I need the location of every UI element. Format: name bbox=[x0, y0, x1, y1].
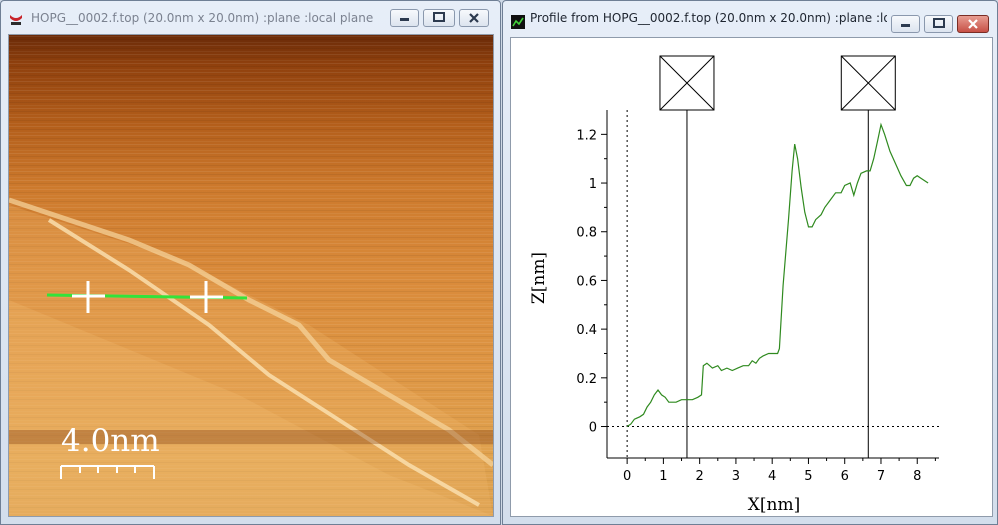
y-axis-label: Z[nm] bbox=[529, 252, 549, 304]
profile-window-title: Profile from HOPG__0002.f.top (20.0nm x … bbox=[530, 11, 887, 25]
profile-plot-area[interactable]: 0 0.2 0.4 0.6 0.8 1 1.2 0 1 2 3 4 5 6 7 8 X[nm] Z[nm] bbox=[510, 37, 993, 517]
image-window[interactable]: HOPG__0002.f.top (20.0nm x 20.0nm) :plan… bbox=[0, 0, 501, 525]
x-axis-label: X[nm] bbox=[748, 495, 800, 515]
x-tick-label: 8 bbox=[913, 469, 921, 484]
x-tick-label: 6 bbox=[841, 469, 849, 484]
y-tick-label: 1 bbox=[589, 177, 597, 192]
scale-bar-label: 4.0nm bbox=[61, 423, 160, 459]
y-tick-label: 0.2 bbox=[576, 372, 597, 387]
profile-series-line bbox=[626, 122, 929, 428]
profile-chart[interactable]: 0 0.2 0.4 0.6 0.8 1 1.2 0 1 2 3 4 5 6 7 8 X[nm] Z[nm] bbox=[511, 38, 992, 516]
minimize-button[interactable] bbox=[390, 9, 419, 27]
profile-cursor-marker[interactable] bbox=[840, 55, 896, 458]
close-icon bbox=[968, 19, 978, 29]
y-tick-label: 1.2 bbox=[576, 128, 597, 143]
profile-cursor-marker[interactable] bbox=[659, 55, 715, 458]
maximize-button[interactable] bbox=[423, 9, 455, 27]
minimize-icon bbox=[901, 24, 910, 27]
image-window-titlebar[interactable]: HOPG__0002.f.top (20.0nm x 20.0nm) :plan… bbox=[1, 1, 500, 35]
image-window-title: HOPG__0002.f.top (20.0nm x 20.0nm) :plan… bbox=[31, 11, 374, 25]
profile-close-button[interactable] bbox=[957, 15, 989, 33]
y-tick-label: 0.4 bbox=[576, 323, 597, 338]
y-tick-label: 0.6 bbox=[576, 274, 597, 289]
x-tick-label: 7 bbox=[877, 469, 885, 484]
app-logo-icon bbox=[8, 11, 24, 27]
x-tick-label: 5 bbox=[804, 469, 812, 484]
close-icon bbox=[469, 13, 479, 23]
y-tick-label: 0.8 bbox=[576, 226, 597, 241]
profile-window[interactable]: Profile from HOPG__0002.f.top (20.0nm x … bbox=[502, 0, 998, 525]
minimize-icon bbox=[400, 18, 409, 21]
profile-window-titlebar[interactable]: Profile from HOPG__0002.f.top (20.0nm x … bbox=[503, 1, 997, 35]
profile-app-icon bbox=[511, 14, 525, 29]
maximize-icon bbox=[433, 12, 445, 22]
maximize-icon bbox=[933, 18, 945, 28]
x-tick-label: 4 bbox=[768, 469, 776, 484]
y-tick-label: 0 bbox=[589, 421, 597, 436]
close-button[interactable] bbox=[459, 9, 489, 27]
x-tick-label: 2 bbox=[696, 469, 704, 484]
x-tick-label: 1 bbox=[659, 469, 667, 484]
profile-maximize-button[interactable] bbox=[924, 15, 953, 33]
afm-image-area[interactable]: 4.0nm bbox=[8, 34, 494, 517]
x-tick-label: 3 bbox=[732, 469, 740, 484]
profile-minimize-button[interactable] bbox=[891, 15, 920, 33]
x-tick-label: 0 bbox=[623, 469, 631, 484]
